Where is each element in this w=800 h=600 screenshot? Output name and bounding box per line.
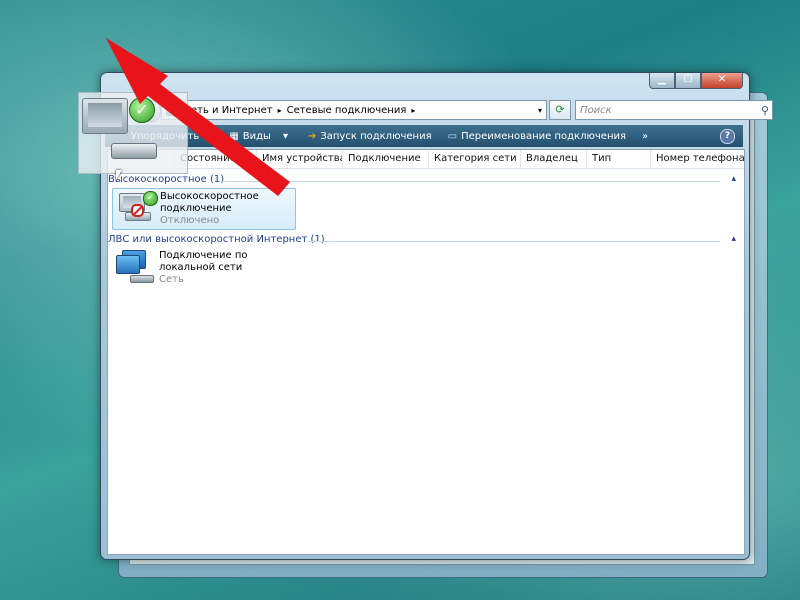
annotation-arrow-shape <box>106 38 290 196</box>
annotation-arrow <box>106 38 290 196</box>
